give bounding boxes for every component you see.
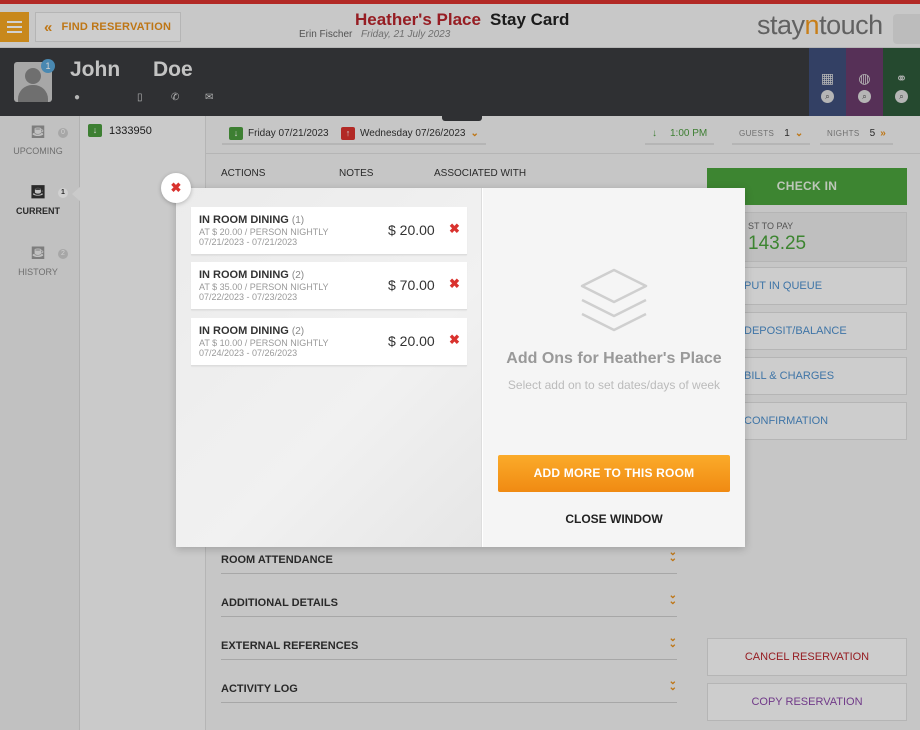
selected-addons-panel: IN ROOM DINING (1) AT $ 20.00 / PERSON N… — [176, 188, 482, 547]
addons-subtitle: Select add on to set dates/days of week — [507, 378, 721, 392]
addon-item[interactable]: IN ROOM DINING (2) AT $ 10.00 / PERSON N… — [191, 318, 467, 366]
close-window-button[interactable]: CLOSE WINDOW — [483, 512, 745, 526]
delete-icon[interactable]: ✖ — [449, 276, 460, 292]
addon-price: $ 20.00 — [388, 333, 435, 349]
addon-price: $ 20.00 — [388, 222, 435, 238]
addon-item[interactable]: IN ROOM DINING (2) AT $ 35.00 / PERSON N… — [191, 262, 467, 310]
delete-icon[interactable]: ✖ — [449, 332, 460, 348]
addon-price: $ 70.00 — [388, 277, 435, 293]
addon-item[interactable]: IN ROOM DINING (1) AT $ 20.00 / PERSON N… — [191, 207, 467, 255]
layers-icon — [580, 268, 648, 332]
close-icon[interactable]: ✖ — [161, 173, 191, 203]
delete-icon[interactable]: ✖ — [449, 221, 460, 237]
addons-info-panel: Add Ons for Heather's Place Select add o… — [483, 188, 745, 547]
add-more-button[interactable]: ADD MORE TO THIS ROOM — [498, 455, 730, 492]
addons-modal: IN ROOM DINING (1) AT $ 20.00 / PERSON N… — [176, 188, 745, 547]
addons-title: Add Ons for Heather's Place — [506, 350, 722, 367]
